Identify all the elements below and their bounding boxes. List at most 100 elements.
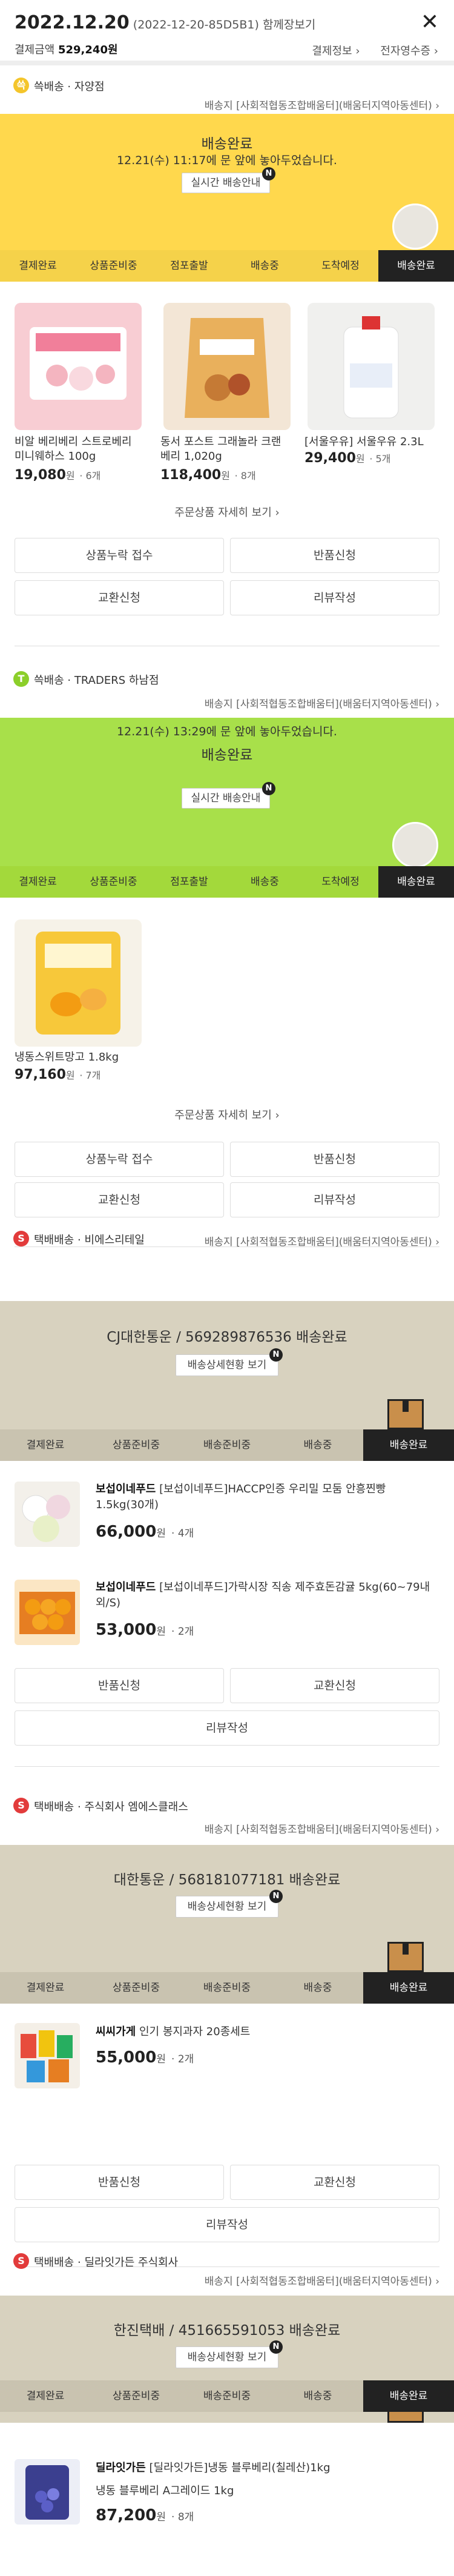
- receipt-link[interactable]: 전자영수증 ›: [372, 45, 438, 58]
- return-button[interactable]: 반품신청: [15, 2165, 224, 2200]
- product-image[interactable]: [15, 1482, 80, 1547]
- product-name[interactable]: 비알 베리베리 스트로베리 미니웨하스 100g: [15, 435, 142, 464]
- step-delivered: 배송완료: [363, 2380, 454, 2412]
- new-badge: N: [269, 1890, 283, 1903]
- product-qty: · 4개: [171, 1528, 194, 1540]
- step-delivered: 배송완료: [378, 866, 454, 898]
- divider: [15, 1766, 439, 1767]
- destination-4[interactable]: 배송지 [사회적협동조합배움터](배움터지역아동센터) ›: [205, 1821, 439, 1836]
- milk-jug-image: [343, 316, 399, 419]
- order-detail-label: 주문상품 자세히 보기: [174, 506, 272, 519]
- destination-text: 배송지 [사회적협동조합배움터](배움터지역아동센터): [204, 1824, 432, 1836]
- pay-label: 결제금액: [15, 44, 55, 56]
- ship-type: 쓱배송: [34, 674, 64, 687]
- return-button[interactable]: 반품신청: [15, 1668, 224, 1703]
- product-price: 97,160원 · 7개: [15, 1067, 100, 1082]
- order-detail-link: 주문상품 자세히 보기 ›: [0, 1107, 454, 1122]
- product-price: 29,400원 · 5개: [304, 451, 390, 466]
- delivery-steps-5: 결제완료 상품준비중 배송준비중 배송중 배송완료: [0, 2380, 454, 2412]
- destination-2[interactable]: 배송지 [사회적협동조합배움터](배움터지역아동센터) ›: [205, 695, 439, 710]
- product-image[interactable]: [308, 303, 435, 430]
- price-unit: 원: [65, 1070, 75, 1081]
- header-links: 결제정보 › 전자영수증 ›: [295, 42, 438, 58]
- product-brand: 딜라잇가든: [96, 2462, 146, 2474]
- product-title: 인기 봉지과자 20종세트: [139, 2025, 251, 2038]
- product-image[interactable]: [15, 919, 142, 1047]
- ship-store: 자양점: [74, 81, 105, 93]
- tracking-detail-button[interactable]: 배송상세현황 보기: [176, 2346, 278, 2368]
- review-button[interactable]: 리뷰작성: [230, 580, 439, 615]
- order-detail-page: 2022.12.20 (2022-12-20-85D5B1) 함께장보기 결제금액…: [0, 0, 454, 2576]
- product-name[interactable]: 동서 포스트 그래놀라 크랜베리 1,020g: [160, 435, 288, 464]
- missing-item-button[interactable]: 상품누락 접수: [15, 538, 224, 573]
- price-unit: 원: [221, 470, 230, 482]
- price-value: 118,400: [160, 468, 222, 483]
- product-price: 19,080원 · 6개: [15, 468, 100, 483]
- close-icon[interactable]: ✕: [419, 12, 441, 34]
- product-image[interactable]: [15, 1580, 80, 1645]
- tracking-detail-button[interactable]: 배송상세현황 보기: [176, 1354, 278, 1376]
- delivery-photo-thumbnail[interactable]: [392, 822, 438, 868]
- review-button[interactable]: 리뷰작성: [15, 1710, 439, 1746]
- product-name[interactable]: 냉동스위트망고 1.8kg: [15, 1050, 142, 1065]
- step-in-transit: 배송중: [272, 2380, 363, 2412]
- product-price: 66,000원 · 4개: [96, 1523, 194, 1541]
- delivery-photo-thumbnail[interactable]: [392, 204, 438, 250]
- destination-text: 배송지 [사회적협동조합배움터](배움터지역아동센터): [204, 698, 432, 710]
- realtime-tracking-button[interactable]: 실시간 배송안내: [182, 788, 270, 809]
- exchange-button[interactable]: 교환신청: [15, 580, 224, 615]
- product-name[interactable]: [서울우유] 서울우유 2.3L: [304, 435, 432, 449]
- order-detail-link-text[interactable]: 주문상품 자세히 보기 ›: [174, 1109, 279, 1122]
- product-qty: · 2개: [171, 1626, 194, 1638]
- step-paid: 결제완료: [0, 866, 76, 898]
- order-header: 2022.12.20 (2022-12-20-85D5B1) 함께장보기 결제금액…: [0, 0, 454, 61]
- shipment-store: 택배배송 · 주식회사 엠에스클래스: [34, 1798, 188, 1814]
- realtime-tracking-button[interactable]: 실시간 배송안내: [182, 173, 270, 193]
- exchange-button[interactable]: 교환신청: [15, 1182, 224, 1217]
- return-button[interactable]: 반품신청: [230, 1142, 439, 1177]
- product-image[interactable]: [15, 303, 142, 430]
- destination-5[interactable]: 배송지 [사회적협동조합배움터](배움터지역아동센터) ›: [205, 2273, 439, 2288]
- payment-summary: 결제금액 529,240원: [15, 41, 118, 57]
- return-button[interactable]: 반품신청: [230, 538, 439, 573]
- product-qty: · 5개: [369, 453, 391, 465]
- tangerine-box-image: [19, 1592, 75, 1634]
- product-name[interactable]: 딜라잇가든 [딜라잇가든]냉동 블루베리(칠레산)1kg: [96, 2460, 435, 2476]
- order-number: (2022-12-20-85D5B1) 함께장보기: [133, 18, 316, 31]
- missing-item-button[interactable]: 상품누락 접수: [15, 1142, 224, 1177]
- destination-text: 배송지 [사회적협동조합배움터](배움터지역아동센터): [204, 2276, 432, 2288]
- product-brand: 보섭이네푸드: [96, 1581, 156, 1594]
- step-delivered: 배송완료: [363, 1429, 454, 1461]
- payment-info-link[interactable]: 결제정보 ›: [303, 45, 360, 58]
- product-brand: 보섭이네푸드: [96, 1483, 156, 1495]
- shipment-header-5: S 택배배송 · 딜라잇가든 주식회사: [0, 2248, 454, 2275]
- product-image[interactable]: [15, 2023, 80, 2088]
- price-unit: 원: [355, 453, 365, 465]
- step-ready-to-ship: 배송준비중: [182, 1972, 272, 2004]
- order-detail-link: 주문상품 자세히 보기 ›: [0, 504, 454, 520]
- order-detail-label: 주문상품 자세히 보기: [174, 1109, 272, 1122]
- product-name[interactable]: 씨씨가게 인기 봉지과자 20종세트: [96, 2024, 435, 2040]
- exchange-button[interactable]: 교환신청: [230, 2165, 439, 2200]
- product-image[interactable]: [15, 2459, 80, 2525]
- exchange-button[interactable]: 교환신청: [230, 1668, 439, 1703]
- product-brand: 씨씨가게: [96, 2025, 136, 2038]
- order-detail-link-text[interactable]: 주문상품 자세히 보기 ›: [174, 506, 279, 519]
- review-button[interactable]: 리뷰작성: [15, 2207, 439, 2242]
- destination-3[interactable]: 배송지 [사회적협동조합배움터](배움터지역아동센터) ›: [205, 1233, 439, 1248]
- step-arriving: 도착예정: [303, 866, 378, 898]
- product-image[interactable]: [163, 303, 291, 430]
- ship-sep: ·: [77, 1234, 81, 1247]
- product-name[interactable]: 보섭이네푸드 [보섭이네푸드]가락시장 직송 제주효돈감귤 5kg(60~79내…: [96, 1580, 435, 1611]
- product-name[interactable]: 보섭이네푸드 [보섭이네푸드]HACCP인증 우리밀 모둠 안흥찐빵 1.5kg…: [96, 1482, 435, 1513]
- review-button[interactable]: 리뷰작성: [230, 1182, 439, 1217]
- tracking-detail-button[interactable]: 배송상세현황 보기: [176, 1896, 278, 1918]
- ship-type: 쓱배송: [34, 81, 64, 93]
- price-value: 87,200: [96, 2506, 157, 2525]
- step-delivered: 배송완료: [378, 250, 454, 282]
- price-value: 53,000: [96, 1621, 157, 1639]
- parcel-badge-icon: S: [13, 1231, 29, 1247]
- destination-1[interactable]: 배송지 [사회적협동조합배움터](배움터지역아동센터) ›: [205, 97, 439, 112]
- delivery-banner-1: 배송완료 12.21(수) 11:17에 문 앞에 놓아두었습니다. 실시간 배…: [0, 114, 454, 250]
- shipment-store: 쓱배송 · 자양점: [34, 78, 105, 94]
